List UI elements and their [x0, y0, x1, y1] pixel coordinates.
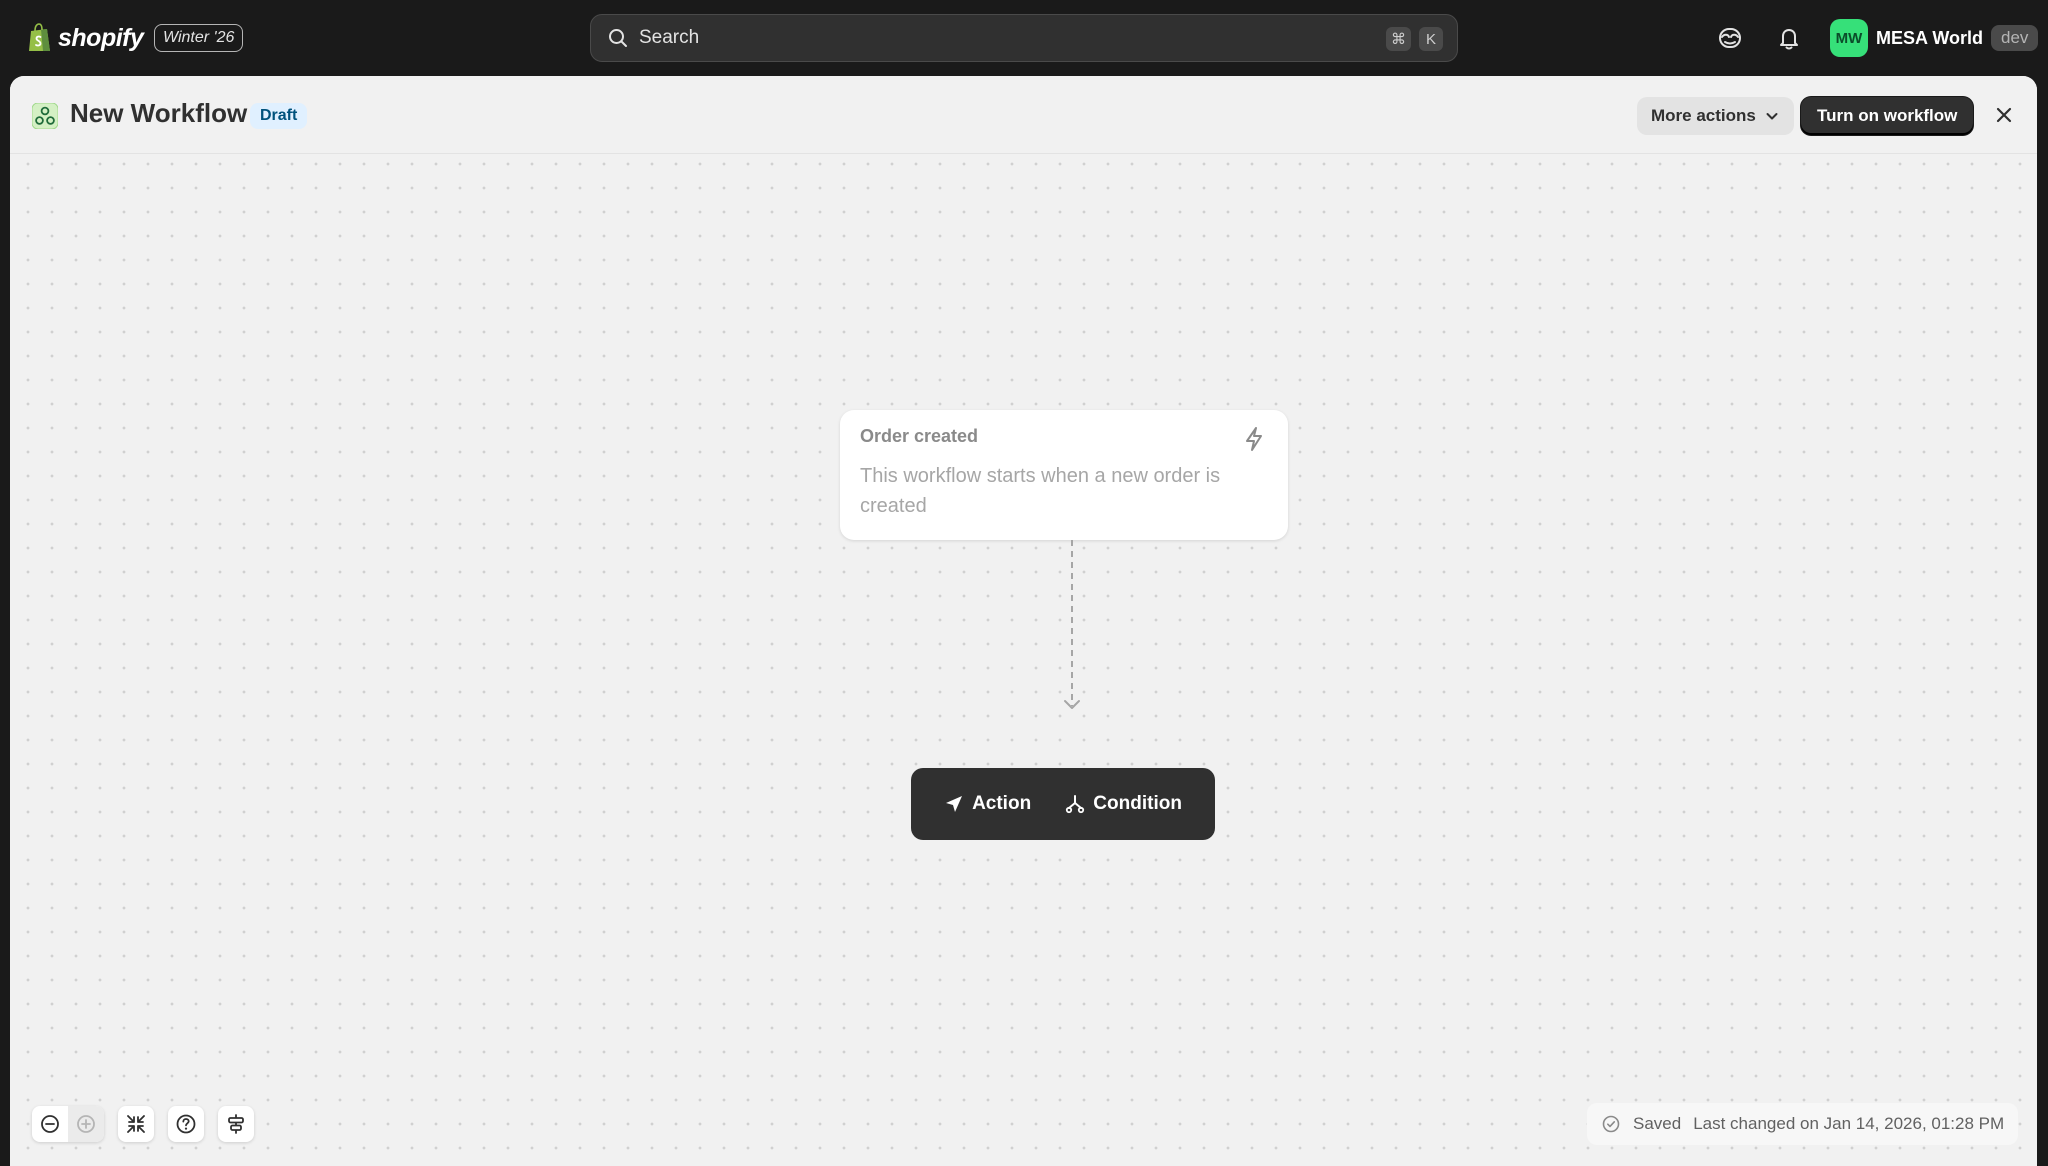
search-icon	[609, 29, 627, 47]
search-bar[interactable]: Search ⌘ K	[590, 14, 1458, 62]
help-icon	[176, 1114, 196, 1134]
saved-label: Saved	[1633, 1114, 1682, 1133]
canvas-toolbar	[32, 1106, 254, 1142]
shortcut-k-key: K	[1419, 27, 1443, 51]
more-actions-label: More actions	[1651, 106, 1756, 125]
last-changed-text: Last changed on Jan 14, 2026, 01:28 PM	[1693, 1114, 2005, 1133]
add-action-button[interactable]: Action	[944, 793, 1031, 815]
chevron-down-icon	[1766, 113, 1778, 120]
workflow-editor: New Workflow Draft More actions Turn on …	[10, 76, 2037, 1166]
status-badge: Draft	[250, 103, 308, 129]
help-control	[168, 1106, 204, 1142]
search-input[interactable]: Search	[639, 27, 699, 49]
store-name: MESA World	[1876, 27, 1983, 48]
check-circle-icon	[1602, 1115, 1620, 1133]
shopify-bag-icon	[29, 23, 50, 51]
zoom-controls	[32, 1106, 104, 1142]
lightning-bolt-icon	[1246, 427, 1262, 451]
fit-view-button[interactable]	[118, 1106, 154, 1142]
close-icon[interactable]	[1992, 103, 2016, 127]
fit-view-control	[118, 1106, 154, 1142]
zoom-in-button[interactable]	[68, 1106, 104, 1142]
action-label: Action	[972, 793, 1032, 814]
editor-header: New Workflow Draft More actions Turn on …	[10, 76, 2037, 154]
turn-on-workflow-button[interactable]: Turn on workflow	[1801, 97, 1974, 135]
help-button[interactable]	[168, 1106, 204, 1142]
zoom-in-icon	[77, 1115, 95, 1133]
connector-line	[1064, 540, 1080, 709]
layout-icon	[228, 1114, 244, 1134]
send-arrow-icon	[946, 796, 963, 812]
add-step-menu: Action Condition	[911, 768, 1215, 840]
shopify-logo[interactable]: shopify	[28, 20, 144, 56]
more-actions-button[interactable]: More actions	[1637, 97, 1794, 135]
avatar: MW	[1830, 19, 1868, 57]
top-bar: shopify Winter '26 Search ⌘ K MW MESA Wo…	[0, 0, 2048, 76]
store-switcher[interactable]: MW MESA World dev	[1830, 19, 2039, 57]
zoom-out-icon	[41, 1115, 59, 1133]
trigger-card[interactable]: Order created This workflow starts when …	[840, 410, 1288, 540]
branch-icon	[1066, 795, 1085, 814]
edition-badge[interactable]: Winter '26	[154, 24, 244, 52]
auto-layout-button[interactable]	[218, 1106, 254, 1142]
fit-view-icon	[127, 1115, 145, 1133]
brand-wordmark: shopify	[58, 23, 144, 52]
sidekick-icon[interactable]	[1716, 24, 1744, 52]
save-status: Saved Last changed on Jan 14, 2026, 01:2…	[1587, 1103, 2019, 1145]
page-title: New Workflow	[70, 98, 248, 128]
condition-label: Condition	[1093, 793, 1182, 814]
layout-control	[218, 1106, 254, 1142]
flow-app-icon	[32, 103, 58, 129]
trigger-description: This workflow starts when a new order is…	[860, 465, 1221, 517]
zoom-out-button[interactable]	[32, 1106, 68, 1142]
add-condition-button[interactable]: Condition	[1065, 793, 1182, 815]
shortcut-cmd-key: ⌘	[1386, 27, 1411, 51]
bell-icon[interactable]	[1775, 24, 1803, 52]
env-badge: dev	[1991, 25, 2039, 51]
trigger-title: Order created	[860, 426, 979, 446]
